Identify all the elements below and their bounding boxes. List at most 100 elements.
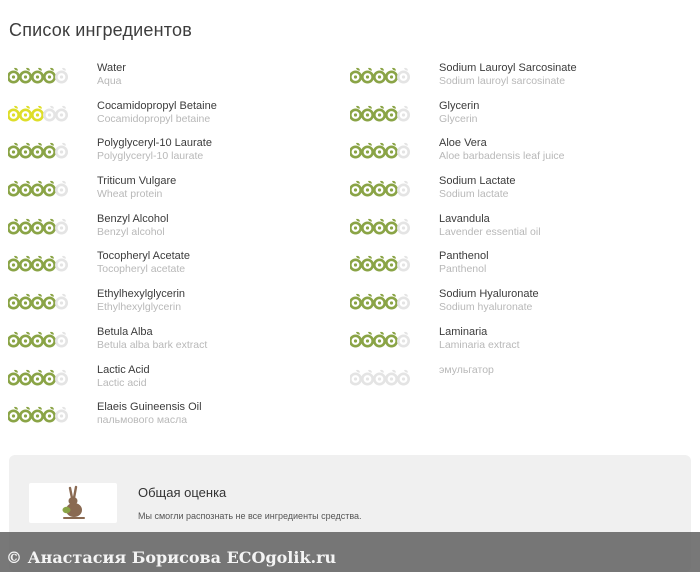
- ingredient-alias: Sodium hyaluronate: [439, 301, 533, 314]
- ingredient-alias: Lactic acid: [97, 376, 147, 389]
- ingredient-name: Triticum Vulgare: [97, 175, 177, 188]
- safety-rating-icons: [8, 104, 70, 122]
- ingredient-name: Polyglyceryl-10 Laurate: [97, 137, 212, 150]
- safety-rating-icons: [8, 405, 70, 423]
- safety-rating-icons: [350, 217, 412, 235]
- ingredient-name: Laminaria: [439, 325, 488, 338]
- ingredient-row[interactable]: Glycerin Glycerin: [350, 100, 690, 138]
- ingredient-names: Water Aqua: [97, 62, 126, 88]
- ingredient-names: Ethylhexylglycerin Ethylhexylglycerin: [97, 288, 185, 314]
- ingredient-row[interactable]: Lactic Acid Lactic acid: [8, 364, 338, 402]
- ingredient-alias: Aqua: [97, 75, 122, 87]
- safety-rating-icons: [8, 292, 70, 310]
- ingredient-name: Lavandula: [439, 212, 490, 225]
- ingredient-names: Tocopheryl Acetate Tocopheryl acetate: [97, 250, 190, 276]
- ingredient-alias: Sodium lactate: [439, 188, 509, 201]
- ingredient-name: Cocamidopropyl Betaine: [97, 99, 217, 112]
- ingredient-names: Laminaria Laminaria extract: [439, 326, 520, 352]
- safety-rating-icons: [350, 66, 412, 84]
- ingredient-alias: эмульгатор: [439, 363, 494, 376]
- ingredient-row[interactable]: Aloe Vera Aloe barbadensis leaf juice: [350, 137, 690, 175]
- summary-text: Мы смогли распознать не все ингредиенты …: [138, 511, 362, 521]
- ingredient-alias: Aloe barbadensis leaf juice: [439, 150, 565, 163]
- safety-rating-icons: [350, 141, 412, 159]
- ingredient-alias: Glycerin: [439, 112, 478, 125]
- safety-rating-icons: [8, 66, 70, 84]
- watermark-bar: © Анастасия Борисова ECOgolik.ru: [0, 532, 700, 572]
- ingredient-names: Sodium Lauroyl Sarcosinate Sodium lauroyl…: [439, 62, 577, 88]
- ingredient-row[interactable]: Elaeis Guineensis Oil пальмового масла: [8, 401, 338, 439]
- ingredient-alias: пальмового масла: [97, 414, 188, 427]
- safety-rating-icons: [350, 254, 412, 272]
- ingredients-column-left: Water Aqua Cocamidopropyl Betaine Cocamidop…: [8, 62, 338, 439]
- ingredient-alias: Laminaria extract: [439, 338, 520, 351]
- ingredient-name: Aloe Vera: [439, 137, 487, 150]
- ingredient-row[interactable]: Triticum Vulgare Wheat protein: [8, 175, 338, 213]
- safety-rating-icons: [350, 330, 412, 348]
- ingredient-names: Lavandula Lavender essential oil: [439, 213, 541, 239]
- ingredient-alias: Tocopheryl acetate: [97, 263, 186, 276]
- ingredient-alias: Polyglyceryl-10 laurate: [97, 150, 204, 163]
- ingredient-name: Elaeis Guineensis Oil: [97, 401, 202, 414]
- safety-rating-icons: [8, 368, 70, 386]
- safety-rating-icons: [8, 141, 70, 159]
- ingredient-alias: Lavender essential oil: [439, 225, 541, 238]
- rabbit-icon: [62, 485, 85, 519]
- ingredient-alias: Betula alba bark extract: [97, 338, 208, 351]
- ingredient-row[interactable]: Betula Alba Betula alba bark extract: [8, 326, 338, 364]
- ingredient-name: Panthenol: [439, 250, 489, 263]
- ingredient-names: Sodium Lactate Sodium lactate: [439, 175, 515, 201]
- ingredient-alias: Ethylhexylglycerin: [97, 301, 182, 314]
- safety-rating-icons: [350, 292, 412, 310]
- safety-rating-icons: [8, 254, 70, 272]
- safety-rating-icons: [350, 368, 412, 386]
- safety-rating-icons: [350, 179, 412, 197]
- ingredient-names: Panthenol Panthenol: [439, 250, 489, 276]
- ingredient-row[interactable]: Polyglyceryl-10 Laurate Polyglyceryl-10 l…: [8, 137, 338, 175]
- ingredient-name: Tocopheryl Acetate: [97, 250, 190, 263]
- ingredient-alias: Wheat protein: [97, 188, 163, 201]
- ingredient-name: Sodium Hyaluronate: [439, 288, 539, 301]
- ingredient-name: Betula Alba: [97, 325, 153, 338]
- ingredient-name: Water: [97, 62, 126, 74]
- ingredient-alias: Benzyl alcohol: [97, 225, 165, 238]
- ingredient-names: Cocamidopropyl Betaine Cocamidopropyl bet…: [97, 100, 217, 126]
- ingredient-row[interactable]: Cocamidopropyl Betaine Cocamidopropyl bet…: [8, 100, 338, 138]
- ingredient-names: Aloe Vera Aloe barbadensis leaf juice: [439, 137, 565, 163]
- page-title: Список ингредиентов: [9, 20, 193, 40]
- ingredient-alias: Panthenol: [439, 263, 487, 276]
- ingredient-name: Sodium Lauroyl Sarcosinate: [439, 62, 577, 74]
- safety-rating-icons: [8, 217, 70, 235]
- ingredient-name: Ethylhexylglycerin: [97, 288, 186, 301]
- ingredient-names: Lactic Acid Lactic acid: [97, 364, 150, 390]
- ingredient-row[interactable]: Water Aqua: [8, 62, 338, 100]
- ingredient-row[interactable]: Benzyl Alcohol Benzyl alcohol: [8, 213, 338, 251]
- ingredient-row[interactable]: Ethylhexylglycerin Ethylhexylglycerin: [8, 288, 338, 326]
- ingredients-column-right: Sodium Lauroyl Sarcosinate Sodium lauroyl…: [350, 62, 690, 401]
- ingredient-row[interactable]: Panthenol Panthenol: [350, 250, 690, 288]
- rating-logo: [29, 483, 117, 523]
- safety-rating-icons: [8, 330, 70, 348]
- ingredient-row[interactable]: эмульгатор: [350, 364, 690, 402]
- ingredient-names: эмульгатор: [439, 364, 494, 377]
- ingredient-row[interactable]: Laminaria Laminaria extract: [350, 326, 690, 364]
- ingredient-names: Polyglyceryl-10 Laurate Polyglyceryl-10 l…: [97, 137, 212, 163]
- safety-rating-icons: [350, 104, 412, 122]
- ingredient-names: Elaeis Guineensis Oil пальмового масла: [97, 401, 202, 427]
- ingredient-row[interactable]: Sodium Lactate Sodium lactate: [350, 175, 690, 213]
- ingredient-names: Glycerin Glycerin: [439, 100, 479, 126]
- ingredient-row[interactable]: Sodium Lauroyl Sarcosinate Sodium lauroyl…: [350, 62, 690, 100]
- ingredient-names: Sodium Hyaluronate Sodium hyaluronate: [439, 288, 539, 314]
- ingredient-row[interactable]: Sodium Hyaluronate Sodium hyaluronate: [350, 288, 690, 326]
- ingredient-row[interactable]: Tocopheryl Acetate Tocopheryl acetate: [8, 250, 338, 288]
- watermark-text: © Анастасия Борисова ECOgolik.ru: [6, 548, 337, 567]
- ingredient-alias: Cocamidopropyl betaine: [97, 112, 211, 125]
- ingredient-name: Lactic Acid: [97, 363, 150, 376]
- safety-rating-icons: [8, 179, 70, 197]
- ingredient-names: Benzyl Alcohol Benzyl alcohol: [97, 213, 169, 239]
- summary-title: Общая оценка: [138, 485, 227, 500]
- ingredient-name: Glycerin: [439, 99, 480, 112]
- ingredient-name: Benzyl Alcohol: [97, 212, 169, 225]
- ingredient-alias: Sodium lauroyl sarcosinate: [439, 75, 566, 87]
- ingredient-row[interactable]: Lavandula Lavender essential oil: [350, 213, 690, 251]
